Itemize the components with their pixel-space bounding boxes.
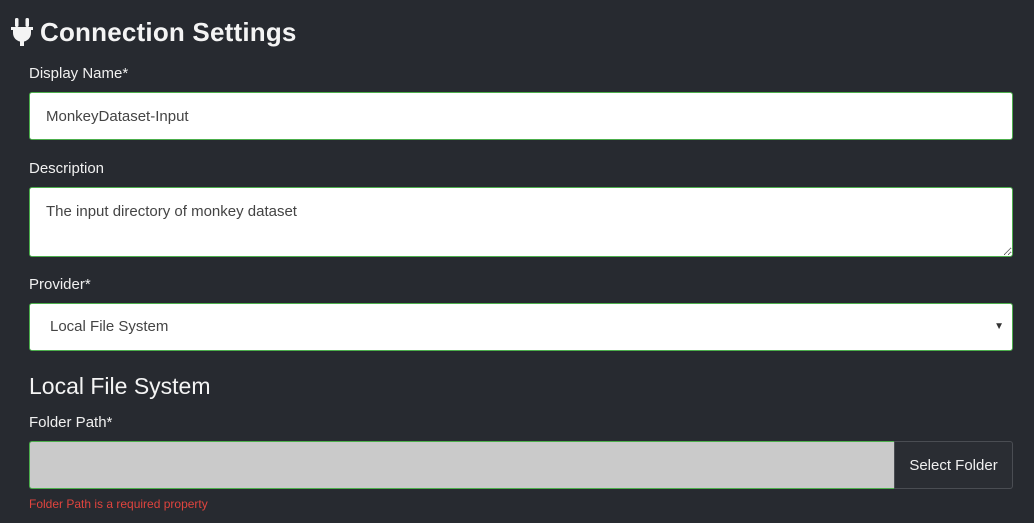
folder-path-input[interactable] — [29, 441, 894, 489]
display-name-input[interactable] — [29, 92, 1013, 140]
provider-label: Provider* — [29, 276, 91, 293]
chevron-down-icon: ▼ — [994, 321, 1004, 332]
page-title: Connection Settings — [40, 16, 297, 47]
provider-selected-value: Local File System — [50, 318, 169, 335]
page-header: Connection Settings — [10, 14, 297, 50]
display-name-label: Display Name* — [29, 65, 129, 82]
folder-path-error: Folder Path is a required property — [29, 497, 208, 511]
description-label: Description — [29, 160, 105, 177]
folder-path-label: Folder Path* — [29, 414, 113, 431]
description-textarea[interactable]: The input directory of monkey dataset — [29, 187, 1013, 257]
plug-icon — [10, 17, 34, 47]
folder-path-group: Select Folder — [29, 441, 1013, 489]
connection-settings-page: Connection Settings Display Name* Descri… — [0, 0, 1034, 523]
select-folder-button[interactable]: Select Folder — [894, 441, 1013, 489]
section-title: Local File System — [29, 373, 211, 399]
provider-select[interactable]: Local File System ▼ — [29, 303, 1013, 351]
